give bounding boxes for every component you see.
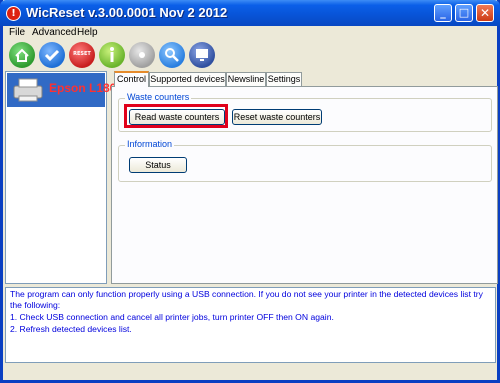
- reset-waste-counters-button[interactable]: Reset waste counters: [232, 109, 322, 125]
- monitor-icon[interactable]: [189, 42, 215, 68]
- device-list[interactable]: Epson L1800: [5, 71, 123, 284]
- waste-counters-legend: Waste counters: [125, 92, 192, 102]
- control-panel: Waste counters Read waste counters Reset…: [111, 86, 498, 284]
- status-button[interactable]: Status: [129, 157, 187, 173]
- toolbar: RESET: [3, 40, 497, 70]
- tab-strip: Control Supported devices Newsline Setti…: [111, 71, 497, 87]
- search-icon[interactable]: [159, 42, 185, 68]
- printer-icon: [13, 78, 43, 102]
- menu-help[interactable]: Help: [77, 27, 98, 38]
- status-bar: [3, 365, 497, 380]
- highlight-box: [124, 104, 228, 128]
- minimize-button[interactable]: _: [434, 4, 452, 22]
- info-icon[interactable]: [99, 42, 125, 68]
- disc-glyph: [139, 52, 145, 58]
- title-bar[interactable]: ! WicReset v.3.00.0001 Nov 2 2012 _ □ ✕: [0, 0, 500, 26]
- reset-icon-label: RESET: [73, 51, 91, 57]
- app-icon: !: [6, 6, 21, 21]
- check-icon[interactable]: [39, 42, 65, 68]
- device-item-epson-l1800[interactable]: Epson L1800: [7, 73, 123, 107]
- menu-advanced[interactable]: Advanced: [32, 27, 76, 38]
- log-line-2: 1. Check USB connection and cancel all p…: [10, 312, 334, 322]
- information-group: Information Status: [118, 139, 492, 182]
- maximize-button[interactable]: □: [455, 4, 473, 22]
- menu-file[interactable]: File: [9, 27, 25, 38]
- window-title: WicReset v.3.00.0001 Nov 2 2012: [26, 5, 228, 20]
- main-window: ! WicReset v.3.00.0001 Nov 2 2012 _ □ ✕ …: [0, 0, 500, 383]
- tab-newsline[interactable]: Newsline: [226, 72, 266, 86]
- tab-supported-devices[interactable]: Supported devices: [149, 72, 226, 86]
- log-line-1: The program can only function properly u…: [10, 289, 483, 310]
- log-line-3: 2. Refresh detected devices list.: [10, 324, 132, 334]
- info-glyph: [110, 47, 114, 62]
- information-legend: Information: [125, 139, 175, 149]
- tab-control[interactable]: Control: [114, 71, 149, 87]
- tab-settings[interactable]: Settings: [266, 72, 302, 86]
- reset-icon[interactable]: RESET: [69, 42, 95, 68]
- check-glyph: [44, 49, 60, 62]
- message-log: The program can only function properly u…: [5, 287, 496, 363]
- home-glyph: [15, 48, 29, 62]
- monitor-glyph: [196, 49, 208, 61]
- search-glyph: [165, 48, 179, 62]
- close-button[interactable]: ✕: [476, 4, 494, 22]
- home-icon[interactable]: [9, 42, 35, 68]
- disc-icon[interactable]: [129, 42, 155, 68]
- menu-bar: File Advanced Help: [3, 26, 497, 40]
